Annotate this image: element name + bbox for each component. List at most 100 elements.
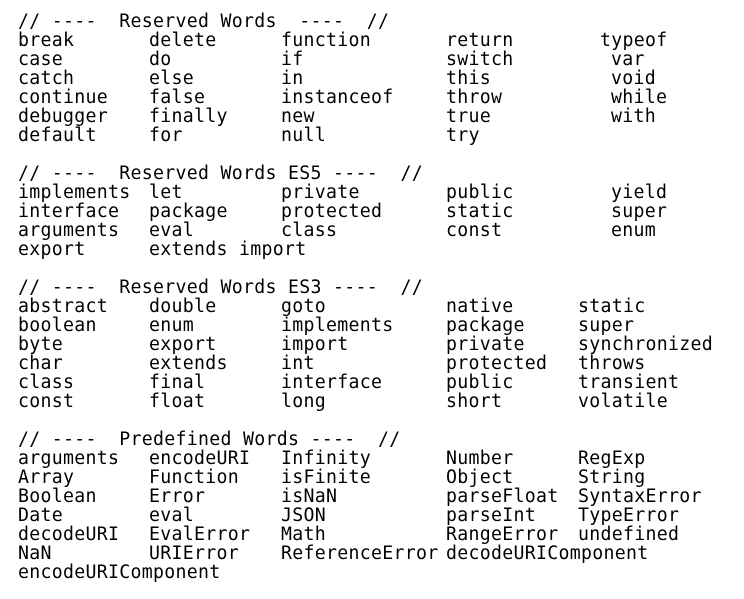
keyword-cell: extends: [149, 353, 228, 374]
keyword-cell: yield: [611, 182, 668, 203]
section-header: // ---- Predefined Words ---- //: [18, 429, 401, 450]
keyword-cell: throw: [446, 87, 503, 108]
section-header: // ---- Reserved Words ES5 ---- //: [18, 163, 423, 184]
keyword-row: default for null try: [0, 126, 744, 145]
keyword-cell: isFinite: [281, 467, 371, 488]
keyword-cell: let: [149, 182, 183, 203]
keyword-cell: import: [281, 334, 349, 355]
keyword-cell: class: [18, 372, 75, 393]
keyword-row: boolean enum implements package super: [0, 316, 744, 335]
keyword-cell: instanceof: [281, 87, 394, 108]
keyword-cell: break: [18, 30, 75, 51]
keyword-row: byte export import private synchronized: [0, 335, 744, 354]
keyword-cell: boolean: [18, 315, 97, 336]
keyword-cell: while: [611, 87, 668, 108]
keyword-row: NaN URIError ReferenceError decodeURICompon…: [0, 544, 744, 563]
keyword-cell: float: [149, 391, 206, 412]
keyword-row: continue false instanceof throw while: [0, 88, 744, 107]
keyword-cell: interface: [281, 372, 383, 393]
keyword-cell: double: [149, 296, 217, 317]
keyword-cell: private: [281, 182, 360, 203]
keyword-cell: String: [578, 467, 646, 488]
keyword-row: class final interface public transient: [0, 373, 744, 392]
keyword-row: case do if switch var: [0, 50, 744, 69]
keyword-cell: package: [446, 315, 525, 336]
keyword-row: abstract double goto native static: [0, 297, 744, 316]
keyword-cell: Object: [446, 467, 514, 488]
keyword-cell: RangeError: [446, 524, 559, 545]
keyword-cell: super: [611, 201, 668, 222]
keyword-cell: throws: [578, 353, 646, 374]
keyword-cell: encodeURIComponent: [18, 562, 221, 583]
keyword-cell: native: [446, 296, 514, 317]
keyword-cell: byte: [18, 334, 63, 355]
keyword-cell: eval: [149, 220, 194, 241]
keyword-cell: public: [446, 372, 514, 393]
keyword-cell: static: [578, 296, 646, 317]
keyword-row: implements let private public yield: [0, 183, 744, 202]
keyword-cell: const: [446, 220, 503, 241]
keyword-cell: final: [149, 372, 206, 393]
keyword-cell: volatile: [578, 391, 668, 412]
keyword-cell: decodeURI: [18, 524, 120, 545]
keyword-cell: continue: [18, 87, 108, 108]
keyword-cell: super: [578, 315, 635, 336]
keyword-cell: class: [281, 220, 338, 241]
keyword-cell: public: [446, 182, 514, 203]
keyword-cell: package: [149, 201, 228, 222]
keyword-cell: goto: [281, 296, 326, 317]
keyword-cell: void: [611, 68, 656, 89]
keyword-cell: for: [149, 125, 183, 146]
keyword-cell: undefined: [578, 524, 680, 545]
keyword-cell: arguments: [18, 448, 120, 469]
keyword-cell: this: [446, 68, 491, 89]
keyword-cell: isNaN: [281, 486, 338, 507]
keyword-cell: private: [446, 334, 525, 355]
keyword-cell: typeof: [600, 30, 668, 51]
keyword-cell: NaN: [18, 543, 52, 564]
keyword-row: char extends int protected throws: [0, 354, 744, 373]
keyword-cell: SyntaxError: [578, 486, 702, 507]
keyword-row: Boolean Error isNaN parseFloat SyntaxError: [0, 487, 744, 506]
keyword-cell: synchronized: [578, 334, 713, 355]
keyword-cell: try: [446, 125, 480, 146]
keyword-cell: Boolean: [18, 486, 97, 507]
keyword-row: Date eval JSON parseInt TypeError: [0, 506, 744, 525]
keyword-cell: extends import: [149, 239, 307, 260]
keyword-cell: EvalError: [149, 524, 251, 545]
keyword-cell: decodeURIComponent: [446, 543, 649, 564]
keyword-cell: export: [18, 239, 86, 260]
keyword-cell: catch: [18, 68, 75, 89]
keyword-cell: var: [611, 49, 645, 70]
keyword-cell: int: [281, 353, 315, 374]
keyword-cell: case: [18, 49, 63, 70]
keyword-cell: function: [281, 30, 371, 51]
keyword-cell: with: [611, 106, 656, 127]
keyword-cell: implements: [18, 182, 131, 203]
keyword-row: encodeURIComponent: [0, 563, 744, 582]
keyword-cell: Error: [149, 486, 206, 507]
keyword-row: const float long short volatile: [0, 392, 744, 411]
keyword-cell: return: [446, 30, 514, 51]
keyword-cell: null: [281, 125, 326, 146]
keyword-cell: debugger: [18, 106, 108, 127]
keyword-cell: interface: [18, 201, 120, 222]
keyword-cell: RegExp: [578, 448, 646, 469]
keyword-cell: protected: [281, 201, 383, 222]
keyword-row: decodeURI EvalError Math RangeError undefine…: [0, 525, 744, 544]
keyword-reference-document: // ---- Reserved Words ---- //break delet…: [0, 0, 744, 599]
keyword-row: Array Function isFinite Object String: [0, 468, 744, 487]
keyword-cell: finally: [149, 106, 228, 127]
keyword-cell: export: [149, 334, 217, 355]
keyword-cell: const: [18, 391, 75, 412]
keyword-cell: parseFloat: [446, 486, 559, 507]
keyword-cell: Array: [18, 467, 75, 488]
keyword-cell: delete: [149, 30, 217, 51]
keyword-cell: enum: [149, 315, 194, 336]
keyword-cell: abstract: [18, 296, 108, 317]
keyword-cell: transient: [578, 372, 680, 393]
keyword-cell: switch: [446, 49, 514, 70]
keyword-row: arguments eval class const enum: [0, 221, 744, 240]
keyword-cell: if: [281, 49, 304, 70]
keyword-cell: Math: [281, 524, 326, 545]
